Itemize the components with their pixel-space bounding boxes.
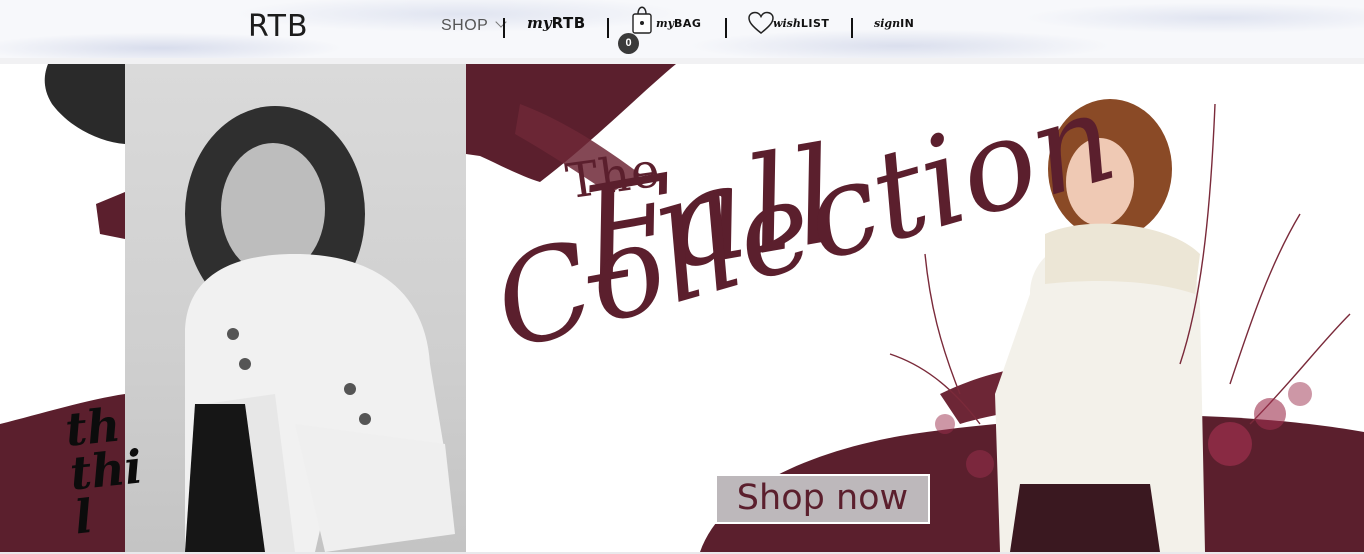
nav-sign-in-caps: IN <box>900 17 915 30</box>
nav-shop-label: SHOP <box>441 17 489 34</box>
nav-my-rtb-caps: RTB <box>551 14 586 32</box>
nav-my-bag-script: my <box>656 17 675 30</box>
nav-my-bag-caps: BAG <box>674 17 702 30</box>
left-script-text: th thi l <box>63 397 149 544</box>
bag-count-badge: 0 <box>618 33 639 54</box>
nav-divider <box>607 18 609 38</box>
nav-divider <box>851 18 853 38</box>
hero-photo-left <box>125 64 466 552</box>
shop-now-button[interactable]: Shop now <box>715 474 930 524</box>
hero-banner[interactable]: th thi l The Fall Collection Shop now <box>0 64 1364 552</box>
nav-wish-list-caps: LIST <box>800 17 830 30</box>
site-header: RTB SHOP myRTB 0 myBAG wishLIST signIN <box>0 0 1364 59</box>
nav-sign-in[interactable]: signIN <box>874 17 914 30</box>
model-skirt <box>1010 484 1160 552</box>
nav-divider <box>503 18 505 38</box>
site-logo[interactable]: RTB <box>248 9 309 45</box>
nav-shop-menu[interactable]: SHOP <box>441 16 508 35</box>
brush-stroke-burgundy <box>96 192 125 239</box>
nav-my-bag[interactable]: myBAG <box>656 17 701 30</box>
chevron-down-icon <box>495 16 508 28</box>
nav-sign-in-script: sign <box>874 17 901 30</box>
nav-my-rtb[interactable]: myRTB <box>527 14 586 32</box>
nav-my-rtb-script: my <box>527 14 552 32</box>
brush-stroke-dark <box>44 64 125 144</box>
shopping-bag-icon[interactable] <box>631 3 653 35</box>
left-script-line: thi <box>67 439 145 501</box>
nav-wish-list[interactable]: wishLIST <box>773 17 829 30</box>
model-photo-bw <box>185 106 455 552</box>
heart-icon[interactable] <box>748 11 774 35</box>
nav-wish-list-script: wish <box>773 17 801 30</box>
nav-divider <box>725 18 727 38</box>
